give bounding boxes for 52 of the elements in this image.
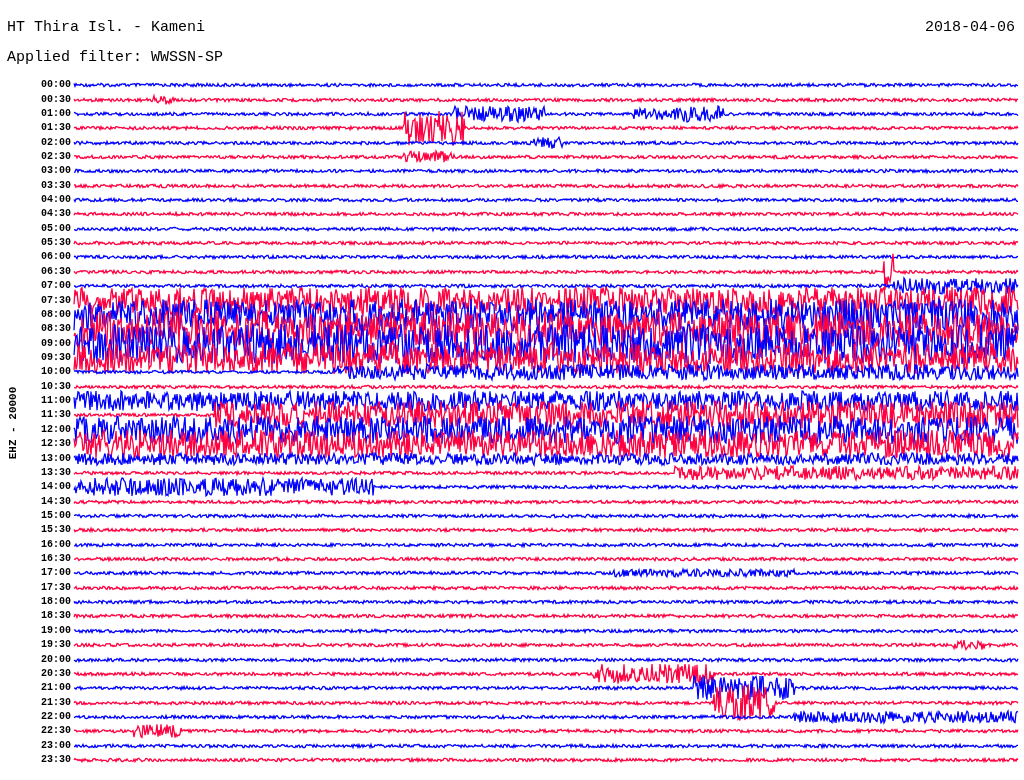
time-label: 15:30 — [40, 524, 72, 537]
time-label: 03:00 — [40, 165, 72, 178]
time-label: 05:30 — [40, 237, 72, 250]
time-label: 09:00 — [40, 337, 72, 350]
time-label: 09:30 — [40, 352, 72, 364]
time-label: 18:00 — [40, 596, 72, 609]
filter-label: Applied filter: WWSSN-SP — [6, 48, 225, 68]
time-label: 06:30 — [40, 265, 72, 278]
time-label: 10:30 — [40, 380, 72, 393]
time-label: 20:00 — [40, 653, 72, 666]
time-label: 23:00 — [40, 739, 72, 752]
time-label: 17:00 — [40, 567, 72, 580]
time-label: 16:30 — [40, 553, 72, 566]
time-label: 19:30 — [40, 639, 72, 652]
time-label: 12:00 — [40, 423, 72, 436]
time-label: 14:30 — [40, 495, 72, 508]
time-label: 07:00 — [40, 280, 72, 293]
time-label: 14:00 — [40, 481, 72, 494]
time-label: 17:30 — [40, 581, 72, 594]
time-label: 10:00 — [40, 366, 72, 379]
date-label: 2018-04-06 — [925, 19, 1015, 38]
time-label: 02:00 — [40, 136, 72, 149]
time-label: 11:30 — [40, 409, 72, 422]
time-label: 08:00 — [40, 308, 72, 321]
station-title: HT Thira Isl. - Kameni — [7, 19, 206, 38]
time-label: 22:00 — [40, 711, 72, 723]
time-label: 16:00 — [40, 538, 72, 551]
time-label: 08:30 — [40, 323, 72, 336]
time-label: 04:30 — [40, 208, 72, 221]
time-label: 15:00 — [40, 509, 72, 522]
time-label: 01:30 — [40, 122, 72, 135]
axis-label: EHZ - 20000 — [7, 386, 19, 459]
time-label: 06:00 — [40, 251, 72, 264]
time-label: 01:00 — [40, 107, 72, 120]
time-label: 13:30 — [40, 466, 72, 479]
time-label: 03:30 — [40, 179, 72, 192]
time-label: 21:00 — [40, 682, 72, 695]
time-label: 02:30 — [40, 150, 72, 163]
time-label: 07:30 — [40, 294, 72, 307]
time-label: 00:30 — [40, 93, 72, 106]
time-label: 22:30 — [40, 725, 72, 738]
time-label: 00:00 — [40, 79, 72, 92]
time-label: 04:00 — [40, 194, 72, 207]
time-label: 11:00 — [40, 395, 72, 408]
time-label: 12:30 — [40, 438, 72, 451]
time-label: 21:30 — [40, 696, 72, 709]
time-label: 13:00 — [40, 452, 72, 465]
time-label: 05:00 — [40, 222, 72, 235]
time-label: 23:30 — [40, 754, 72, 767]
time-label: 20:30 — [40, 667, 72, 680]
time-label: 19:00 — [40, 624, 72, 637]
time-label: 18:30 — [40, 610, 72, 623]
